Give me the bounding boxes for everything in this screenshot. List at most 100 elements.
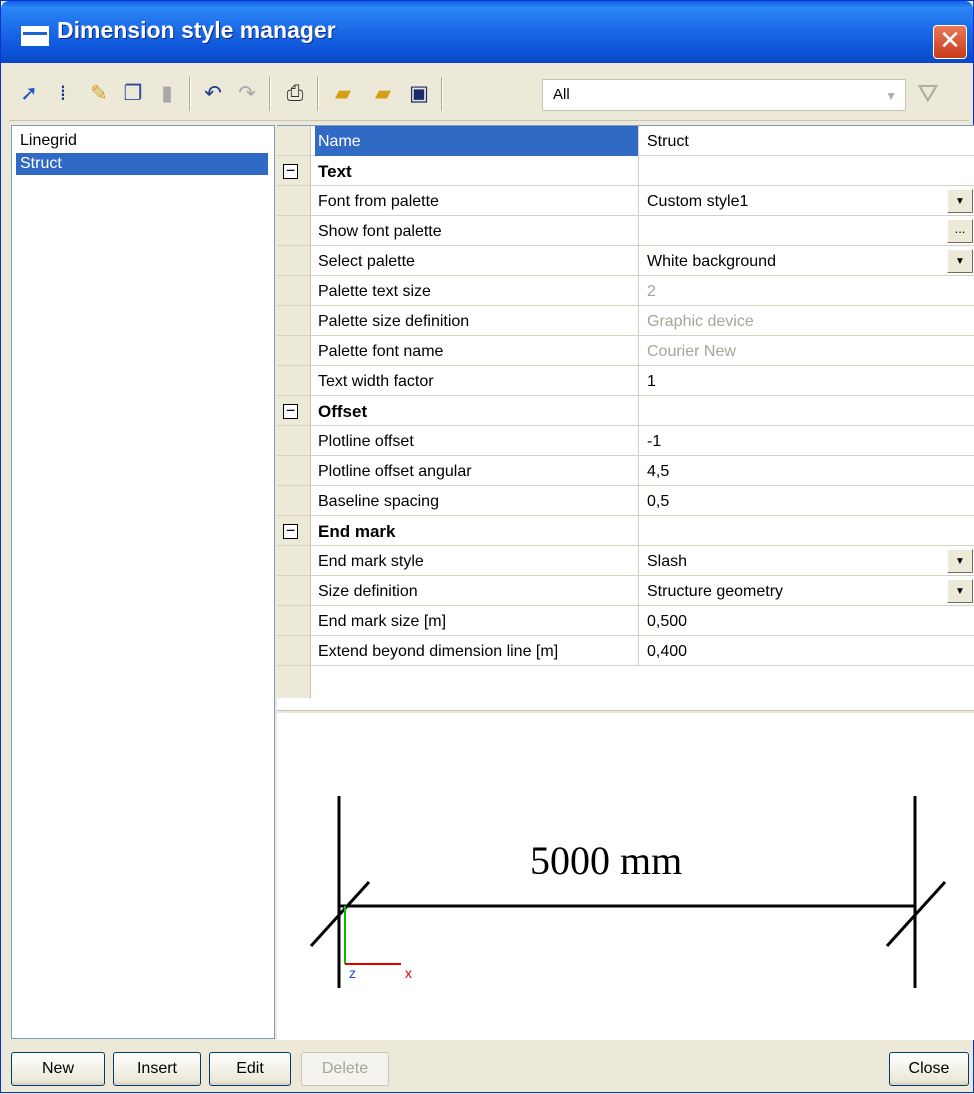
toolbar-separator (317, 77, 319, 111)
prop-name: Select palette (315, 246, 639, 276)
new-style-icon[interactable]: ➚ (15, 79, 43, 107)
properties-icon[interactable]: ⁞ (49, 79, 77, 107)
prop-row-end-mark-size[interactable]: End mark size [m] 0,500 (277, 606, 974, 636)
prop-row-palette-font-name[interactable]: Palette font name Courier New (277, 336, 974, 366)
prop-name: Name (315, 126, 639, 156)
prop-value[interactable]: Struct (647, 126, 689, 156)
prop-name: Palette size definition (315, 306, 639, 336)
dimension-label: 5000 mm (530, 838, 682, 883)
ellipsis-button[interactable]: ... (947, 219, 973, 243)
save-icon[interactable]: ▣ (405, 79, 433, 107)
panel-splitter[interactable] (277, 710, 974, 713)
dropdown-arrow-icon[interactable]: ▼ (947, 579, 973, 603)
dropdown-arrow-icon[interactable]: ▼ (947, 249, 973, 273)
prop-value: Courier New (647, 343, 736, 360)
prop-row-palette-size-definition[interactable]: Palette size definition Graphic device (277, 306, 974, 336)
prop-row-end-mark-style[interactable]: End mark style Slash ▼ (277, 546, 974, 576)
delete-icon[interactable]: ▮ (153, 79, 181, 107)
prop-row-font-from-palette[interactable]: Font from palette Custom style1 ▼ (277, 186, 974, 216)
prop-row-size-definition[interactable]: Size definition Structure geometry ▼ (277, 576, 974, 606)
prop-value[interactable]: Structure geometry (647, 576, 783, 606)
properties-panel: Name Struct − Text Font from palette Cus… (277, 125, 974, 1040)
prop-name: Plotline offset (315, 426, 639, 456)
filter-value: All (553, 86, 570, 103)
section-offset[interactable]: − Offset (277, 396, 974, 426)
prop-name: Text width factor (315, 366, 639, 396)
axis-x-label: x (405, 965, 412, 981)
prop-row-plotline-offset[interactable]: Plotline offset -1 (277, 426, 974, 456)
insert-button[interactable]: Insert (113, 1052, 201, 1086)
dimension-style-manager-window: Dimension style manager ✕ ➚ ⁞ ✎ ❐ ▮ ↶ ↷ … (0, 0, 974, 1093)
list-item-struct[interactable]: Struct (16, 153, 268, 175)
prop-value: Graphic device (647, 313, 754, 330)
prop-value: 2 (647, 283, 656, 300)
dropdown-arrow-icon[interactable]: ▼ (947, 549, 973, 573)
prop-row-palette-text-size[interactable]: Palette text size 2 (277, 276, 974, 306)
undo-icon[interactable]: ↶ (199, 79, 227, 107)
preview-drawing: 5000 mm x z (309, 796, 947, 988)
prop-value[interactable]: Custom style1 (647, 186, 748, 216)
chevron-down-icon[interactable]: ▼ (885, 89, 897, 103)
print-icon[interactable]: ⎙ (281, 79, 309, 107)
collapse-icon[interactable]: − (283, 163, 298, 179)
window-icon (21, 26, 49, 46)
delete-button[interactable]: Delete (301, 1052, 389, 1086)
prop-value[interactable]: Slash (647, 546, 687, 576)
dropdown-arrow-icon[interactable]: ▼ (947, 189, 973, 213)
section-text[interactable]: − Text (277, 156, 974, 186)
section-title: Text (315, 156, 639, 186)
toolbar-separator (269, 77, 271, 111)
list-item-linegrid[interactable]: Linegrid (16, 130, 81, 152)
prop-value[interactable]: White background (647, 246, 776, 276)
prop-name: Plotline offset angular (315, 456, 639, 486)
prop-name: Extend beyond dimension line [m] (315, 636, 639, 666)
prop-value[interactable]: -1 (647, 426, 661, 456)
collapse-icon[interactable]: − (283, 403, 298, 419)
close-window-button[interactable]: ✕ (933, 25, 967, 59)
prop-row-text-width-factor[interactable]: Text width factor 1 (277, 366, 974, 396)
new-button[interactable]: New (11, 1052, 105, 1086)
prop-name: Font from palette (315, 186, 639, 216)
section-title: Offset (315, 396, 639, 426)
close-button[interactable]: Close (889, 1052, 969, 1086)
toolbar: ➚ ⁞ ✎ ❐ ▮ ↶ ↷ ⎙ ▰ ▰ ▣ All ▼ ⛛ (9, 67, 969, 121)
prop-value[interactable]: 1 (647, 366, 656, 396)
prop-name: Baseline spacing (315, 486, 639, 516)
property-grid: Name Struct − Text Font from palette Cus… (277, 126, 974, 708)
window-title: Dimension style manager (57, 17, 336, 43)
prop-row-select-palette[interactable]: Select palette White background ▼ (277, 246, 974, 276)
prop-row-show-font-palette[interactable]: Show font palette ... (277, 216, 974, 246)
prop-name: Palette text size (315, 276, 639, 306)
title-bar[interactable]: Dimension style manager ✕ (1, 1, 973, 63)
import-folder-icon[interactable]: ▰ (369, 79, 397, 107)
filter-icon[interactable]: ⛛ (917, 79, 939, 110)
prop-value[interactable]: 0,400 (647, 636, 687, 666)
prop-row-extend-beyond-dimension-line[interactable]: Extend beyond dimension line [m] 0,400 (277, 636, 974, 666)
dimension-preview: 5000 mm x z (277, 714, 974, 1040)
prop-name: Size definition (315, 576, 639, 606)
style-list[interactable]: Linegrid Struct (11, 125, 275, 1039)
redo-icon[interactable]: ↷ (233, 79, 261, 107)
section-end-mark[interactable]: − End mark (277, 516, 974, 546)
prop-name: End mark size [m] (315, 606, 639, 636)
dialog-buttons: New Insert Edit Delete Close (1, 1041, 974, 1094)
axis-z-label: z (349, 965, 356, 981)
filter-combobox[interactable]: All ▼ (542, 79, 906, 111)
copy-icon[interactable]: ❐ (119, 79, 147, 107)
prop-value[interactable]: 4,5 (647, 456, 669, 486)
section-title: End mark (315, 516, 639, 546)
prop-row-plotline-offset-angular[interactable]: Plotline offset angular 4,5 (277, 456, 974, 486)
collapse-icon[interactable]: − (283, 523, 298, 539)
prop-value[interactable]: 0,500 (647, 606, 687, 636)
toolbar-separator (441, 77, 443, 111)
prop-row-name[interactable]: Name Struct (277, 126, 974, 156)
prop-name: End mark style (315, 546, 639, 576)
edit-button[interactable]: Edit (209, 1052, 291, 1086)
prop-row-baseline-spacing[interactable]: Baseline spacing 0,5 (277, 486, 974, 516)
edit-icon[interactable]: ✎ (85, 79, 113, 107)
prop-value[interactable]: 0,5 (647, 486, 669, 516)
prop-name: Palette font name (315, 336, 639, 366)
open-folder-icon[interactable]: ▰ (329, 79, 357, 107)
toolbar-separator (189, 77, 191, 111)
prop-name: Show font palette (315, 216, 639, 246)
